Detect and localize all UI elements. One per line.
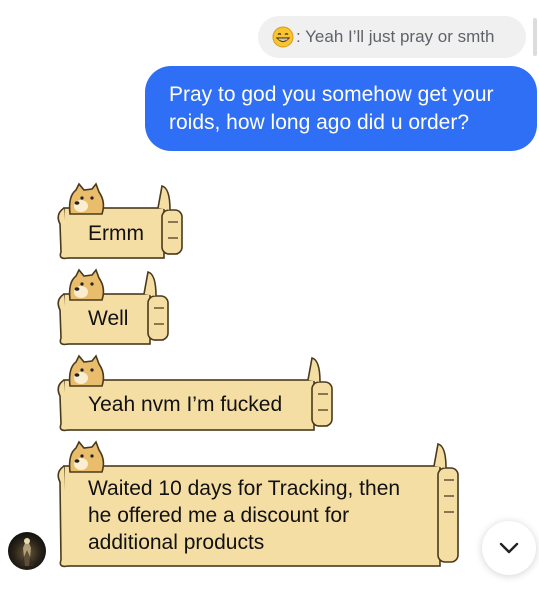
chevron-down-icon: [499, 542, 519, 554]
sent-message-bubble[interactable]: Pray to god you somehow get your roids, …: [145, 66, 537, 151]
message-line: Waited 10 days for Tracking, then: [88, 477, 401, 500]
message-line: Yeah nvm I’m fucked: [88, 393, 283, 416]
received-message-bubble[interactable]: Ermm: [54, 182, 186, 264]
reply-preview-text: : Yeah I’ll just pray or smth: [296, 27, 495, 46]
message-line: Ermm: [88, 222, 144, 245]
message-line: roids, how long ago did u order?: [169, 111, 470, 134]
message-line: Pray to god you somehow get your: [169, 83, 494, 106]
sender-avatar[interactable]: [8, 532, 46, 570]
message-line: additional products: [88, 531, 265, 554]
received-message-bubble[interactable]: Waited 10 days for Tracking, then he off…: [54, 440, 462, 572]
grin-emoji-icon: [272, 26, 294, 48]
avatar-figure-icon: [20, 538, 34, 566]
reply-indicator-bar: [533, 18, 537, 56]
received-message-bubble[interactable]: Yeah nvm I’m fucked: [54, 354, 336, 436]
scroll-to-bottom-button[interactable]: [482, 521, 536, 575]
received-message-bubble[interactable]: Well: [54, 268, 172, 350]
message-line: Well: [88, 307, 129, 330]
reply-preview[interactable]: : Yeah I’ll just pray or smth: [258, 16, 526, 58]
message-line: he offered me a discount for: [88, 504, 350, 527]
